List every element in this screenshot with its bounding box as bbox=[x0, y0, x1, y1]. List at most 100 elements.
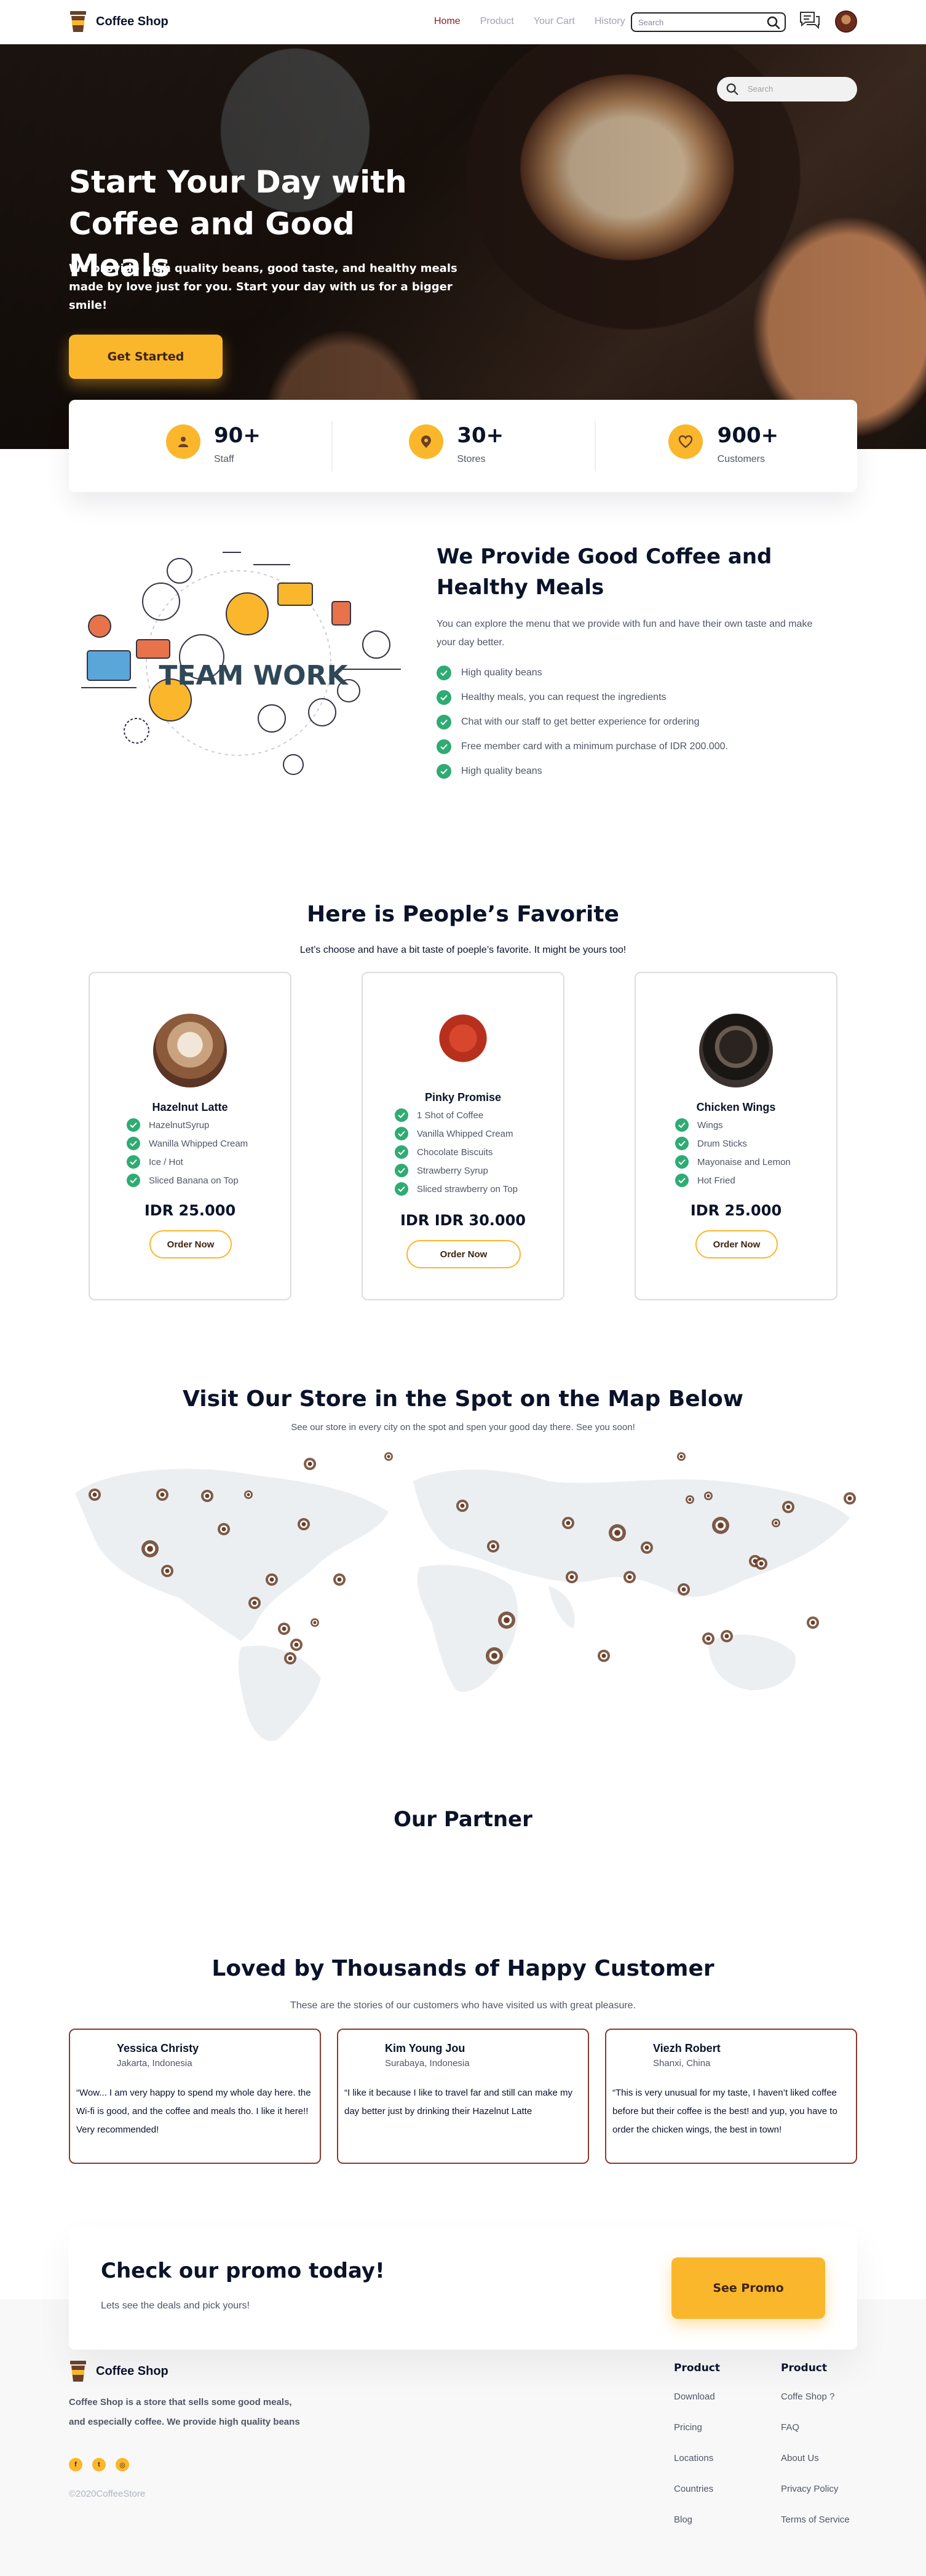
check-icon bbox=[437, 666, 451, 680]
nav-home[interactable]: Home bbox=[434, 16, 461, 27]
customer-city: Shanxi, China bbox=[653, 2058, 711, 2069]
store-pin-center bbox=[387, 1455, 390, 1458]
customer-name: Kim Young Jou bbox=[385, 2042, 465, 2054]
footer-column: Product Download Pricing Locations Count… bbox=[674, 2362, 720, 2545]
feature-text: Strawberry Syrup bbox=[417, 1165, 488, 1176]
nav-your-cart[interactable]: Your Cart bbox=[534, 16, 575, 27]
feature-text: Chocolate Biscuits bbox=[417, 1147, 493, 1158]
provide-description: You can explore the menu that we provide… bbox=[437, 619, 813, 648]
instagram-icon[interactable]: ◎ bbox=[116, 2458, 129, 2471]
store-pin-center bbox=[681, 1587, 686, 1592]
feature-text: Wanilla Whipped Cream bbox=[149, 1138, 248, 1149]
check-icon bbox=[395, 1164, 408, 1177]
product-price: IDR IDR 30.000 bbox=[400, 1212, 526, 1229]
copyright: ©2020CoffeeStore bbox=[69, 2489, 146, 2499]
check-icon bbox=[675, 1174, 689, 1187]
footer-link-download[interactable]: Download bbox=[674, 2391, 720, 2422]
store-world-map[interactable] bbox=[69, 1444, 857, 1746]
order-now-button[interactable]: Order Now bbox=[695, 1230, 778, 1258]
social-links: f t ◎ bbox=[69, 2458, 129, 2471]
product-name: Hazelnut Latte bbox=[152, 1101, 228, 1113]
footer-link-privacy-policy[interactable]: Privacy Policy bbox=[781, 2484, 850, 2514]
store-pin-center bbox=[644, 1545, 649, 1550]
feature-text: Mayonaise and Lemon bbox=[697, 1156, 791, 1167]
product-feature-list: Wings Drum Sticks Mayonaise and Lemon Ho… bbox=[675, 1116, 791, 1190]
testimonial-card[interactable]: Yessica Christy Jakarta, Indonesia “Wow.… bbox=[69, 2029, 321, 2164]
store-pin-center bbox=[679, 1455, 683, 1458]
see-promo-button[interactable]: See Promo bbox=[671, 2257, 825, 2319]
footer-link-blog[interactable]: Blog bbox=[674, 2514, 720, 2545]
store-pin-center bbox=[160, 1492, 165, 1497]
favorite-subtitle: Let’s choose and have a bit taste of poe… bbox=[299, 945, 627, 955]
store-pin-center bbox=[252, 1600, 257, 1605]
list-item: Wanilla Whipped Cream bbox=[127, 1134, 248, 1153]
brand-name: Coffee Shop bbox=[96, 14, 168, 28]
store-pin-center bbox=[718, 1522, 724, 1529]
product-image bbox=[699, 1014, 773, 1087]
feature-text: Hot Fried bbox=[697, 1175, 735, 1186]
search-input[interactable]: Search bbox=[631, 12, 786, 32]
list-item: Chocolate Biscuits bbox=[395, 1143, 518, 1161]
promo-banner: Check our promo today! Lets see the deal… bbox=[69, 2227, 857, 2350]
feature-text: Free member card with a minimum purchase… bbox=[461, 741, 728, 752]
list-item: High quality beans bbox=[437, 759, 728, 784]
coffee-cup-icon bbox=[70, 2361, 86, 2382]
location-pin-icon bbox=[409, 424, 444, 459]
get-started-button[interactable]: Get Started bbox=[69, 335, 223, 379]
footer-link-coffe-shop[interactable]: Coffe Shop ? bbox=[781, 2391, 850, 2422]
list-item: Vanilla Whipped Cream bbox=[395, 1124, 518, 1143]
store-pin-center bbox=[205, 1493, 210, 1498]
check-icon bbox=[395, 1145, 408, 1159]
store-pin-center bbox=[566, 1521, 571, 1525]
feature-text: Healthy meals, you can request the ingre… bbox=[461, 692, 667, 702]
facebook-icon[interactable]: f bbox=[69, 2458, 82, 2471]
store-pin-center bbox=[282, 1626, 287, 1631]
store-pin-center bbox=[847, 1496, 852, 1501]
order-now-button[interactable]: Order Now bbox=[406, 1240, 521, 1268]
nav-history[interactable]: History bbox=[595, 16, 625, 27]
check-icon bbox=[127, 1155, 140, 1169]
footer-link-countries[interactable]: Countries bbox=[674, 2484, 720, 2514]
product-feature-list: 1 Shot of Coffee Vanilla Whipped Cream C… bbox=[395, 1106, 518, 1198]
brand-logo[interactable]: Coffee Shop bbox=[69, 11, 168, 32]
stat-value: 30+ bbox=[457, 423, 504, 448]
customer-name: Yessica Christy bbox=[117, 2042, 199, 2054]
feature-text: 1 Shot of Coffee bbox=[417, 1110, 484, 1121]
footer-link-terms-of-service[interactable]: Terms of Service bbox=[781, 2514, 850, 2545]
store-pin-center bbox=[706, 1636, 711, 1641]
product-feature-list: HazelnutSyrup Wanilla Whipped Cream Ice … bbox=[127, 1116, 248, 1190]
hero-search-input[interactable]: Search bbox=[717, 77, 857, 101]
product-image bbox=[153, 1014, 227, 1087]
nav-product[interactable]: Product bbox=[480, 16, 514, 27]
store-pin-center bbox=[724, 1634, 729, 1639]
store-pin-center bbox=[147, 1546, 153, 1552]
footer-link-about-us[interactable]: About Us bbox=[781, 2453, 850, 2484]
store-pin-center bbox=[688, 1498, 692, 1501]
footer-link-pricing[interactable]: Pricing bbox=[674, 2422, 720, 2453]
list-item: Strawberry Syrup bbox=[395, 1161, 518, 1180]
product-price: IDR 25.000 bbox=[144, 1202, 236, 1219]
stat-customers: 900+ Customers bbox=[594, 400, 857, 492]
check-icon bbox=[395, 1108, 408, 1122]
store-pin-center bbox=[601, 1653, 606, 1658]
chat-icon[interactable] bbox=[798, 10, 821, 33]
check-icon bbox=[437, 764, 451, 779]
provide-title: We Provide Good Coffee and Healthy Meals bbox=[437, 544, 772, 600]
footer-link-locations[interactable]: Locations bbox=[674, 2453, 720, 2484]
user-avatar[interactable] bbox=[835, 10, 857, 33]
heart-icon bbox=[668, 424, 703, 459]
store-pin-center bbox=[491, 1653, 497, 1659]
list-item: Ice / Hot bbox=[127, 1153, 248, 1171]
testimonial-card[interactable]: Kim Young Jou Surabaya, Indonesia “I lik… bbox=[337, 2029, 589, 2164]
testimonial-card[interactable]: Viezh Robert Shanxi, China “This is very… bbox=[605, 2029, 857, 2164]
check-icon bbox=[675, 1155, 689, 1169]
search-icon[interactable] bbox=[766, 15, 781, 30]
map-subtitle: See our store in every city on the spot … bbox=[291, 1422, 635, 1433]
footer-column: Product Coffe Shop ? FAQ About Us Privac… bbox=[781, 2362, 850, 2545]
footer-link-faq[interactable]: FAQ bbox=[781, 2422, 850, 2453]
store-pin-center bbox=[759, 1561, 764, 1566]
footer-logo[interactable]: Coffee Shop bbox=[69, 2361, 168, 2382]
stat-label: Customers bbox=[717, 454, 766, 464]
twitter-icon[interactable]: t bbox=[92, 2458, 106, 2471]
order-now-button[interactable]: Order Now bbox=[149, 1230, 232, 1258]
